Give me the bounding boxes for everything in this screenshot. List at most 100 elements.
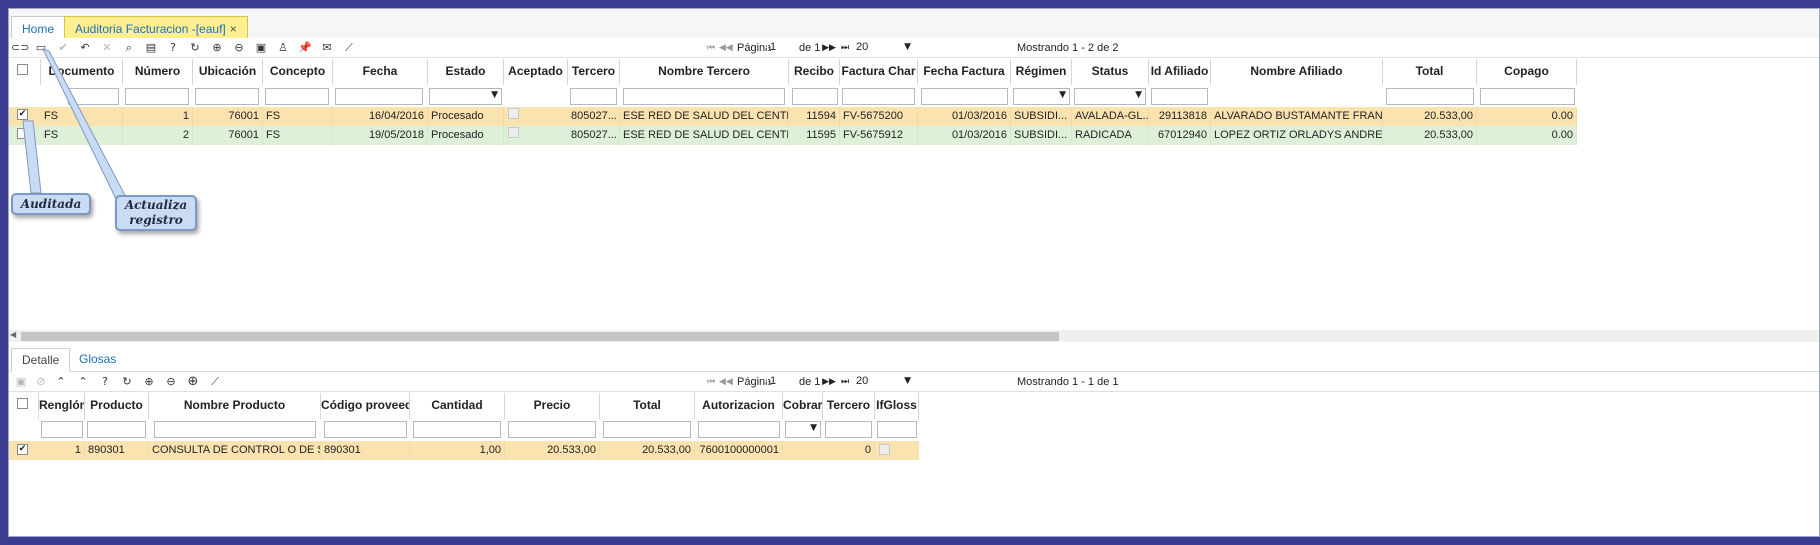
filter-tercero[interactable] [570,88,617,105]
col-copago[interactable]: Copago [1477,59,1577,85]
col-estado[interactable]: Estado [428,59,504,85]
col-autorizacion[interactable]: Autorizacion [695,393,783,419]
filter-tercero[interactable] [825,421,872,438]
chevron-up-icon[interactable]: ⌃ [75,374,91,390]
zoom-in-icon[interactable]: ⊕ [141,374,157,390]
resize-icon[interactable]: ⟋ [341,40,357,56]
filter-nombre-tercero[interactable] [623,88,785,105]
select-all-cell [9,393,39,419]
filter-copago[interactable] [1480,88,1575,105]
filter-status[interactable]: ▼ [1074,88,1146,105]
cell-total: 20.533,00 [1383,126,1477,145]
help-icon[interactable]: ? [97,374,113,390]
next-page-icon[interactable]: ▶▶ [822,374,836,390]
filter-nombre-producto[interactable] [154,421,316,438]
page-of-label: de 1 [799,376,821,388]
cell-status: RADICADA [1072,126,1149,145]
cell-recibo: 11595 [789,126,840,145]
col-codigo-proveedor[interactable]: Código proveedor [321,393,410,419]
scrollbar-thumb[interactable] [21,332,1059,341]
filter-cobrar[interactable]: ▼ [785,421,821,438]
col-producto[interactable]: Producto [85,393,149,419]
cell-id-afiliado: 67012940 [1149,126,1211,145]
filter-precio[interactable] [508,421,596,438]
tab-glosas[interactable]: Glosas [69,348,126,372]
filter-factura-char[interactable] [842,88,915,105]
detail-tabs: Detalle Glosas [9,348,1819,372]
resize-icon[interactable]: ⟋ [207,374,223,390]
scroll-left-icon[interactable]: ◀ [10,330,16,339]
col-fecha-factura[interactable]: Fecha Factura [918,59,1011,85]
col-regimen[interactable]: Régimen [1011,59,1072,85]
chevron-down-icon: ▼ [904,42,911,52]
last-page-icon[interactable]: ⏭ [839,40,851,56]
refresh-icon[interactable]: ↻ [119,374,135,390]
filter-ifgloss[interactable] [877,421,917,438]
col-fecha[interactable]: Fecha [333,59,428,85]
col-id-afiliado[interactable]: Id Afiliado [1149,59,1211,85]
cancel-icon[interactable]: ⊘ [33,374,49,390]
col-renglon[interactable]: Renglón [39,393,85,419]
first-page-icon[interactable]: ⏮ [705,374,717,390]
col-aceptado[interactable]: Aceptado [504,59,568,85]
col-tercero[interactable]: Tercero [568,59,620,85]
records-status: Mostrando 1 - 1 de 1 [1017,376,1119,388]
col-nombre-tercero[interactable]: Nombre Tercero [620,59,789,85]
page-size-select[interactable]: 20 ▼ [853,373,915,390]
filter-regimen[interactable]: ▼ [1013,88,1070,105]
select-all-checkbox[interactable] [17,398,28,409]
prev-page-icon[interactable]: ◀◀ [719,374,733,390]
chevron-down-icon: ▼ [904,376,911,386]
col-cobrar[interactable]: Cobrar [783,393,823,419]
filter-renglon[interactable] [41,421,83,438]
save-icon[interactable]: ▣ [13,374,29,390]
cell-precio: 20.533,00 [505,441,600,460]
last-page-icon[interactable]: ⏭ [839,374,851,390]
cell-factura-char: FV-5675912 [840,126,918,145]
row-checkbox[interactable]: ✔ [17,444,28,455]
col-ifgloss[interactable]: IfGloss [875,393,919,419]
col-recibo[interactable]: Recibo [789,59,840,85]
cell-estado: Procesado [428,107,504,126]
col-total[interactable]: Total [600,393,695,419]
first-page-icon[interactable]: ⏮ [705,40,717,56]
col-status[interactable]: Status [1072,59,1149,85]
col-nombre-afiliado[interactable]: Nombre Afiliado [1211,59,1383,85]
filter-id-afiliado[interactable] [1151,88,1208,105]
filter-recibo[interactable] [792,88,838,105]
col-nombre-producto[interactable]: Nombre Producto [149,393,321,419]
cell-nombre-afiliado: ALVARADO BUSTAMANTE FRANC... [1211,107,1383,126]
mail-icon[interactable]: ✉ [319,40,335,56]
callout-actualiza-registro: Actualiza registro [115,195,197,231]
col-precio[interactable]: Precio [505,393,600,419]
chevron-up-icon[interactable]: ⌃ [53,374,69,390]
filter-fecha-factura[interactable] [921,88,1008,105]
zoom-out-icon[interactable]: ⊖ [163,374,179,390]
page-input[interactable]: 1 [767,373,797,390]
cell-copago: 0.00 [1477,107,1577,126]
filter-producto[interactable] [87,421,146,438]
filter-total[interactable] [1386,88,1474,105]
chevron-down-icon: ▼ [810,423,817,433]
col-cantidad[interactable]: Cantidad [410,393,505,419]
col-total[interactable]: Total [1383,59,1477,85]
filter-codigo-proveedor[interactable] [324,421,407,438]
cell-fecha: 19/05/2018 [333,126,428,145]
next-page-icon[interactable]: ▶▶ [822,40,836,56]
page-size-select[interactable]: 20 ▼ [853,39,915,56]
cell-tercero: 805027... [568,107,620,126]
tab-detalle[interactable]: Detalle [11,348,71,372]
cell-regimen: SUBSIDI... [1011,107,1072,126]
filter-estado[interactable]: ▼ [429,88,502,105]
table-row[interactable]: ✔ 1 890301 CONSULTA DE CONTROL O DE SE..… [9,441,919,460]
add-circle-icon[interactable]: ⊕ [185,374,201,390]
filter-total[interactable] [603,421,691,438]
filter-cantidad[interactable] [413,421,501,438]
page-input[interactable]: 1 [767,39,797,56]
col-factura-char[interactable]: Factura Char [840,59,918,85]
prev-page-icon[interactable]: ◀◀ [719,40,733,56]
filter-autorizacion[interactable] [698,421,780,438]
filter-fecha[interactable] [335,88,423,105]
horizontal-scrollbar[interactable]: ◀ [9,330,1819,342]
col-tercero[interactable]: Tercero [823,393,875,419]
